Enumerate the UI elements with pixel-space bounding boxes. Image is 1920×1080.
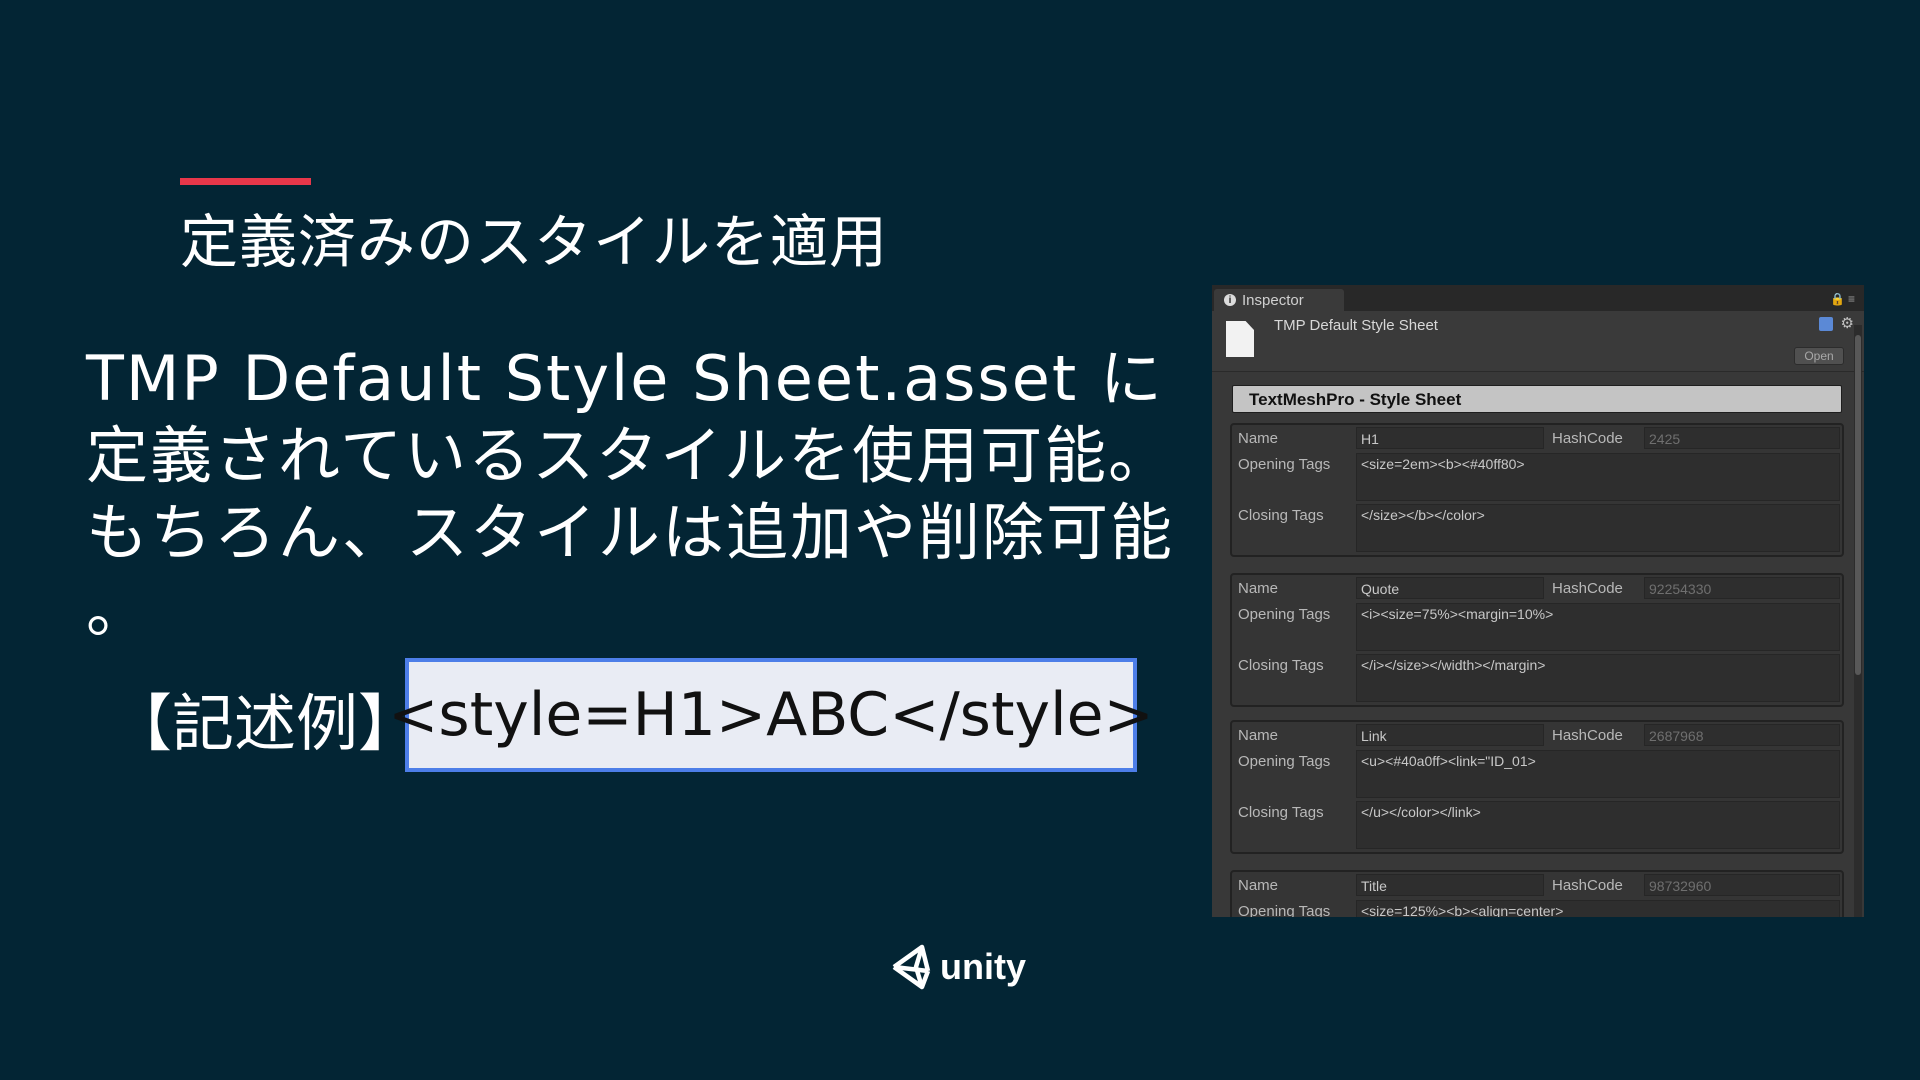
closing-tags-field[interactable]: </i></size></width></margin> <box>1356 654 1840 702</box>
opening-tags-field[interactable]: <size=125%><b><align=center> <box>1356 900 1840 917</box>
hashcode-field: 98732960 <box>1644 874 1840 896</box>
closing-tags-label: Closing Tags <box>1238 657 1324 674</box>
closing-tags-field[interactable]: </u></color></link> <box>1356 801 1840 849</box>
scroll-thumb[interactable] <box>1855 335 1861 675</box>
example-code-text: <style=H1>ABC</style> <box>388 680 1154 750</box>
example-label: 【記述例】 <box>110 687 421 760</box>
tab-menu-icons[interactable]: 🔒≡ <box>1830 292 1858 306</box>
opening-tags-label: Opening Tags <box>1238 606 1331 623</box>
style-entry: Name Link HashCode 2687968 Opening Tags … <box>1230 720 1844 854</box>
info-icon: i <box>1224 294 1236 306</box>
hashcode-field: 92254330 <box>1644 577 1840 599</box>
slide-title: 定義済みのスタイルを適用 <box>180 208 889 276</box>
unity-wordmark: unity <box>940 946 1026 987</box>
opening-tags-label: Opening Tags <box>1238 903 1331 917</box>
unity-logo: unity <box>888 943 1026 991</box>
hashcode-label: HashCode <box>1552 430 1623 447</box>
hashcode-label: HashCode <box>1552 877 1623 894</box>
example-code-box: <style=H1>ABC</style> <box>388 658 1154 772</box>
book-icon[interactable] <box>1818 317 1833 331</box>
name-field[interactable]: Quote <box>1356 577 1544 599</box>
lock-icon[interactable]: 🔒 <box>1830 292 1848 306</box>
style-entry: Name Title HashCode 98732960 Opening Tag… <box>1230 870 1844 917</box>
body-text: TMP Default Style Sheet.asset に 定義されているス… <box>86 340 1186 648</box>
opening-tags-field[interactable]: <i><size=75%><margin=10%> <box>1356 603 1840 651</box>
opening-tags-field[interactable]: <u><#40a0ff><link="ID_01> <box>1356 750 1840 798</box>
open-button[interactable]: Open <box>1794 347 1844 365</box>
closing-tags-label: Closing Tags <box>1238 804 1324 821</box>
style-entry: Name H1 HashCode 2425 Opening Tags <size… <box>1230 423 1844 557</box>
hashcode-label: HashCode <box>1552 727 1623 744</box>
hashcode-field: 2425 <box>1644 427 1840 449</box>
name-label: Name <box>1238 430 1279 447</box>
title-accent-bar <box>180 178 311 185</box>
body-line: 。 <box>86 573 151 646</box>
name-label: Name <box>1238 877 1279 894</box>
inspector-tabbar: i Inspector 🔒≡ <box>1212 285 1864 311</box>
body-line: もちろん、スタイルは追加や削除可能 <box>86 496 1175 569</box>
hashcode-label: HashCode <box>1552 580 1623 597</box>
menu-icon[interactable]: ≡ <box>1848 292 1858 306</box>
unity-logo-icon <box>892 944 931 990</box>
inspector-panel: i Inspector 🔒≡ TMP Default Style Sheet ⚙… <box>1212 285 1864 917</box>
header-icons: ⚙ <box>1818 316 1854 331</box>
name-field[interactable]: H1 <box>1356 427 1544 449</box>
hashcode-field: 2687968 <box>1644 724 1840 746</box>
tab-inspector[interactable]: i Inspector <box>1214 289 1344 311</box>
opening-tags-label: Opening Tags <box>1238 456 1331 473</box>
asset-name: TMP Default Style Sheet <box>1274 317 1438 334</box>
closing-tags-label: Closing Tags <box>1238 507 1324 524</box>
body-line: TMP Default Style Sheet.asset に <box>86 342 1164 415</box>
tab-label: Inspector <box>1242 291 1304 309</box>
name-field[interactable]: Link <box>1356 724 1544 746</box>
opening-tags-field[interactable]: <size=2em><b><#40ff80> <box>1356 453 1840 501</box>
gear-icon[interactable]: ⚙ <box>1841 316 1854 331</box>
name-label: Name <box>1238 580 1279 597</box>
opening-tags-label: Opening Tags <box>1238 753 1331 770</box>
closing-tags-field[interactable]: </size></b></color> <box>1356 504 1840 552</box>
body-line: 定義されているスタイルを使用可能。 <box>86 419 1173 492</box>
inspector-scrollbar[interactable] <box>1854 325 1862 917</box>
name-field[interactable]: Title <box>1356 874 1544 896</box>
document-icon <box>1226 321 1254 357</box>
section-header: TextMeshPro - Style Sheet <box>1232 385 1842 413</box>
style-entry: Name Quote HashCode 92254330 Opening Tag… <box>1230 573 1844 707</box>
asset-header: TMP Default Style Sheet ⚙ Open <box>1212 311 1864 372</box>
name-label: Name <box>1238 727 1279 744</box>
